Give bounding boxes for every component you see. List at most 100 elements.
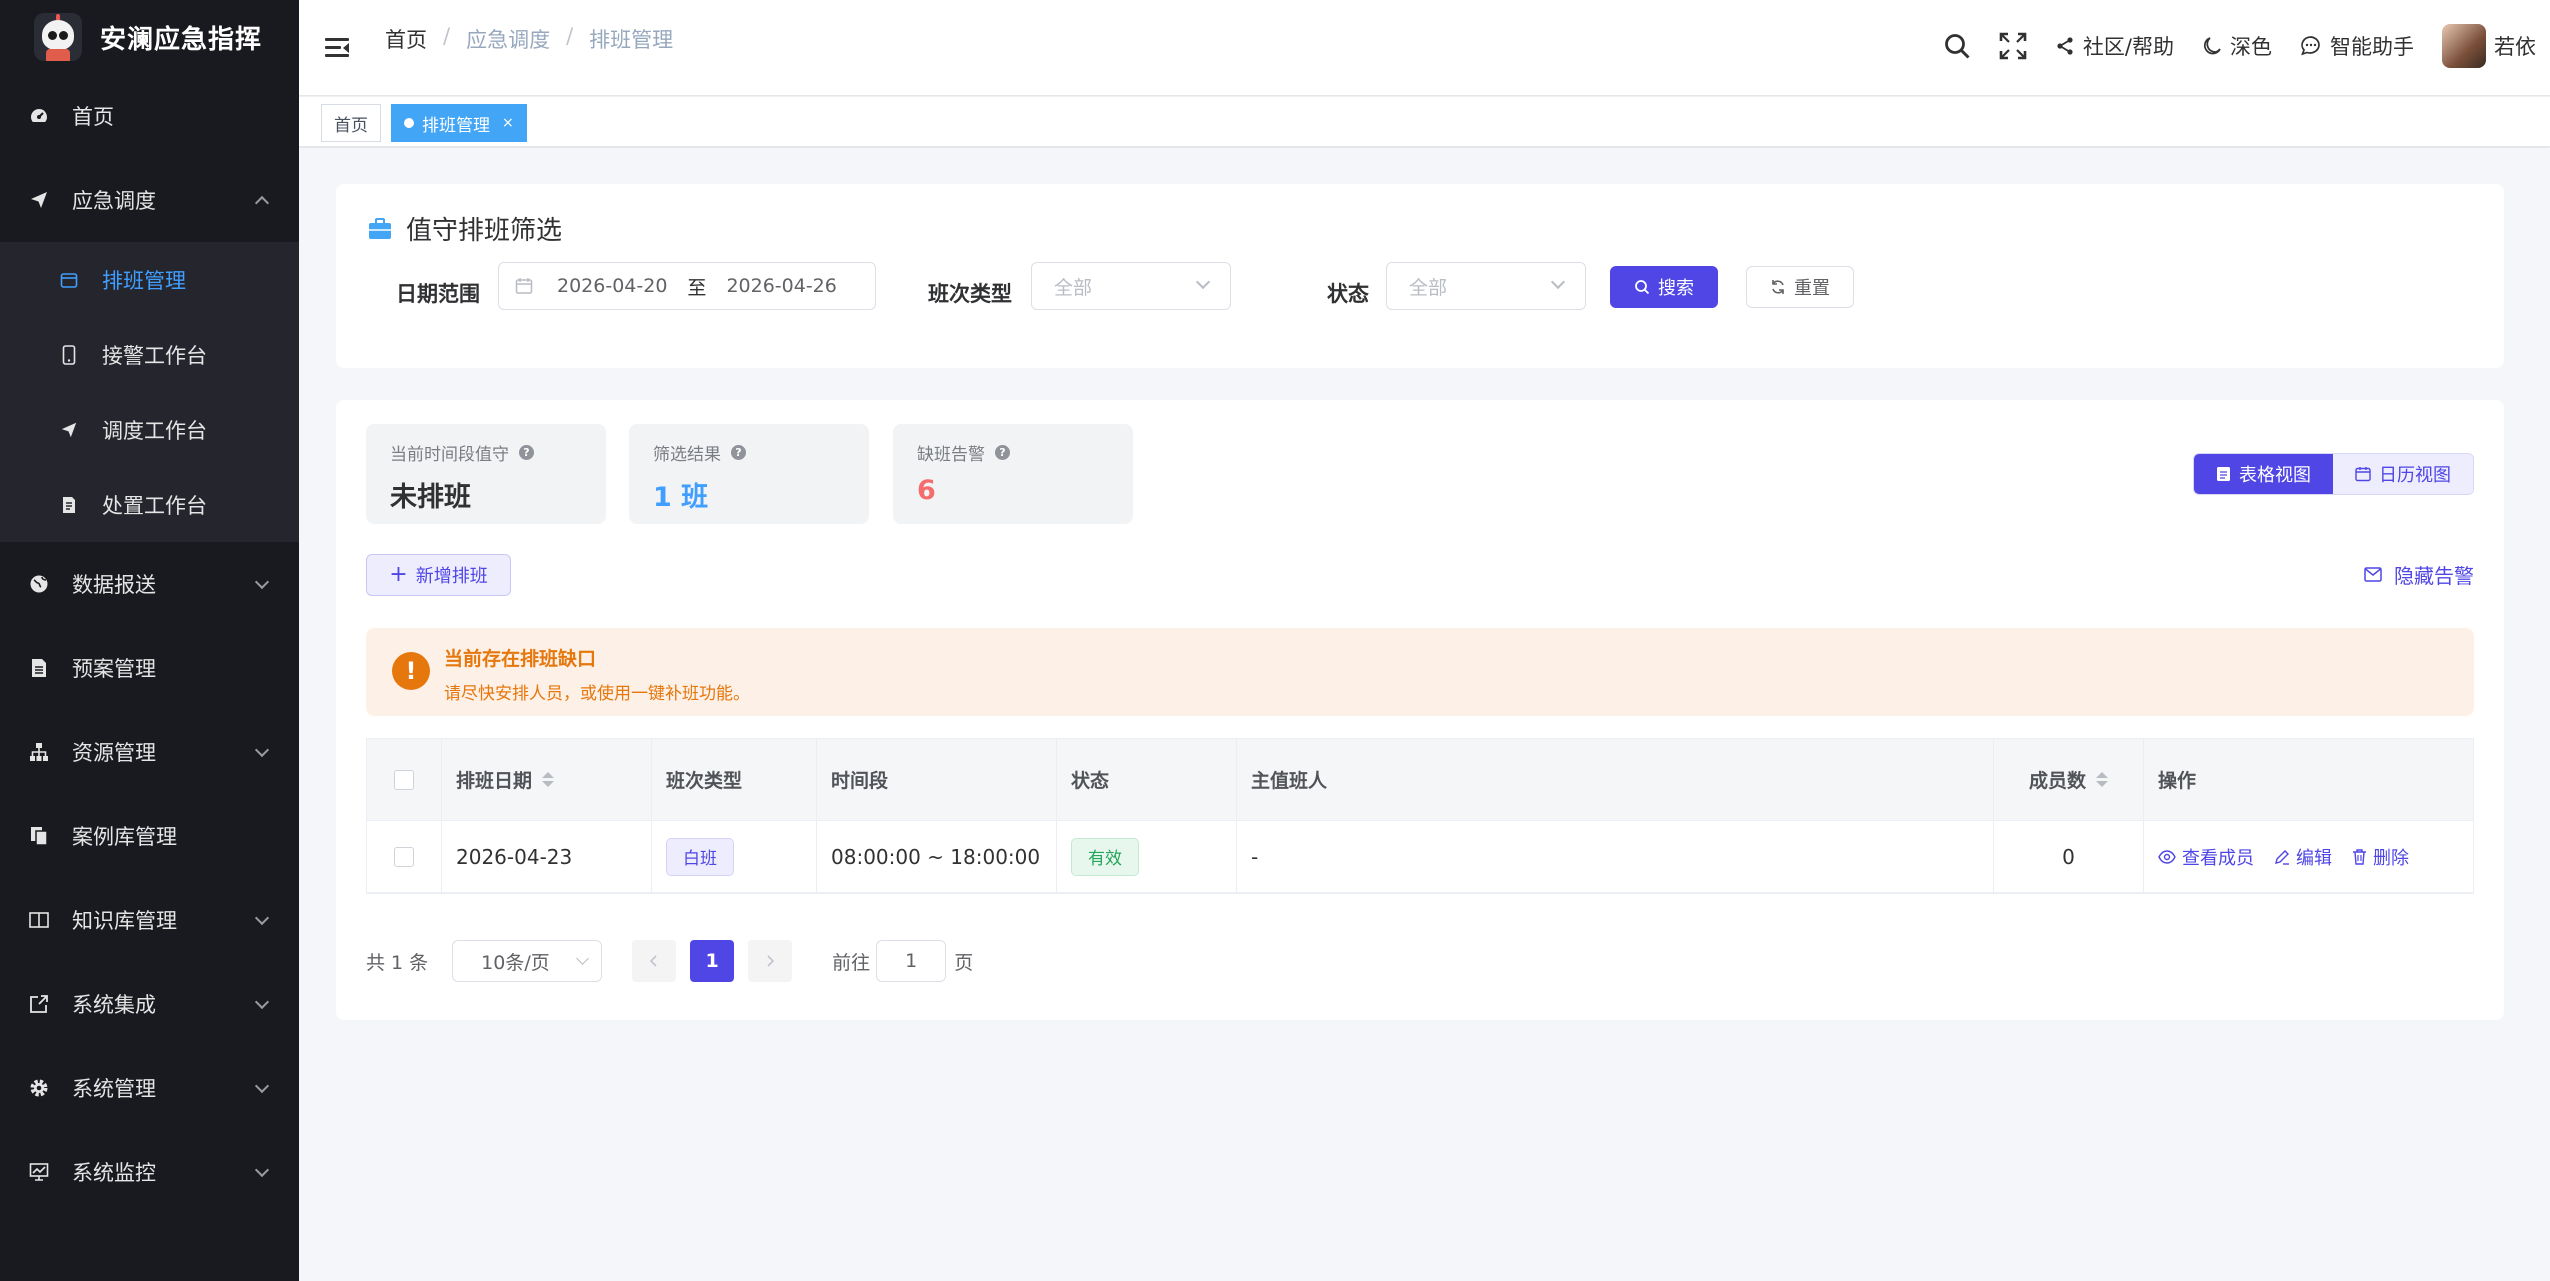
add-schedule-button[interactable]: + 新增排班	[366, 554, 511, 596]
reset-button[interactable]: 重置	[1746, 266, 1854, 308]
plus-icon: +	[389, 562, 408, 587]
search-icon[interactable]	[1943, 32, 1971, 60]
date-range-picker[interactable]: 2026-04-20 至 2026-04-26	[498, 262, 876, 310]
cell-time: 08:00:00 ~ 18:00:00	[817, 821, 1057, 892]
col-date-header[interactable]: 排班日期	[442, 739, 652, 820]
sidebar-item-home[interactable]: 首页	[0, 74, 299, 158]
hide-alert-button[interactable]: 隐藏告警	[2364, 560, 2474, 589]
sidebar-item-label: 案例库管理	[72, 825, 177, 849]
globe-icon	[28, 573, 50, 595]
theme-toggle[interactable]: 深色	[2202, 31, 2272, 61]
view-members-button[interactable]: 查看成员	[2158, 844, 2254, 870]
help-icon[interactable]: ?	[731, 445, 746, 460]
sidebar-item-alarm-desk[interactable]: 接警工作台	[0, 317, 299, 392]
status-select[interactable]: 全部	[1386, 262, 1586, 310]
tags-view: 首页 排班管理 ×	[299, 97, 2550, 147]
search-button[interactable]: 搜索	[1610, 266, 1718, 308]
filter-title: 值守排班筛选	[368, 210, 562, 247]
sidebar-item-resources[interactable]: 资源管理	[0, 710, 299, 794]
calendar-icon	[515, 278, 533, 294]
edit-button[interactable]: 编辑	[2274, 844, 2332, 870]
sidebar-item-label: 知识库管理	[72, 909, 177, 933]
goto-page-input[interactable]: 1	[876, 940, 947, 982]
app-logo	[34, 13, 82, 61]
page-number[interactable]: 1	[690, 940, 735, 982]
column-header: 时间段	[831, 770, 889, 792]
stat-value: 1 班	[653, 482, 709, 513]
shift-type-select[interactable]: 全部	[1031, 262, 1231, 310]
column-header: 操作	[2158, 770, 2197, 792]
prev-page-button[interactable]	[632, 940, 677, 982]
help-icon[interactable]: ?	[519, 445, 534, 460]
sidebar-item-label: 预案管理	[72, 657, 156, 681]
date-end[interactable]: 2026-04-26	[726, 275, 836, 297]
user-menu[interactable]: 若依	[2442, 24, 2536, 68]
tag-schedule[interactable]: 排班管理 ×	[391, 104, 527, 142]
monitor-icon	[28, 1161, 50, 1183]
sidebar-item-cases[interactable]: 案例库管理	[0, 794, 299, 878]
sidebar-item-knowledge[interactable]: 知识库管理	[0, 878, 299, 962]
goto-page-value: 1	[905, 950, 918, 972]
sidebar-item-schedule[interactable]: 排班管理	[0, 242, 299, 317]
sidebar-item-dispatch[interactable]: 应急调度	[0, 158, 299, 242]
sidebar-item-integration[interactable]: 系统集成	[0, 962, 299, 1046]
tag-label: 排班管理	[422, 115, 490, 136]
chevron-down-icon	[254, 1162, 270, 1178]
col-ops-header: 操作	[2144, 739, 2473, 820]
main-content: 值守排班筛选 日期范围 2026-04-20 至 2026-04-26 班次类型…	[299, 148, 2550, 1281]
col-members-header[interactable]: 成员数	[1994, 739, 2144, 820]
sort-icon[interactable]	[542, 772, 555, 787]
tag-home[interactable]: 首页	[321, 104, 381, 142]
stat-filter-result: 筛选结果? 1 班	[629, 424, 869, 524]
reset-button-label: 重置	[1794, 278, 1830, 299]
eye-icon	[2158, 849, 2176, 864]
sidebar-item-monitor[interactable]: 系统监控	[0, 1130, 299, 1214]
sidebar-item-disposal-desk[interactable]: 处置工作台	[0, 467, 299, 542]
shift-type-label: 班次类型	[928, 282, 1012, 306]
date-start[interactable]: 2026-04-20	[557, 275, 667, 297]
add-schedule-label: 新增排班	[415, 566, 488, 587]
community-label: 社区/帮助	[2082, 35, 2174, 59]
table-row: 2026-04-23 白班 08:00:00 ~ 18:00:00 有效 - 0…	[367, 821, 2473, 893]
filter-title-text: 值守排班筛选	[406, 216, 563, 246]
pagination: 共 1 条 10条/页 1 前往 1 页	[366, 940, 973, 982]
fullscreen-icon[interactable]	[1999, 32, 2027, 60]
stat-label: 当前时间段值守	[390, 445, 509, 465]
dashboard-icon	[28, 105, 50, 127]
sidebar-item-label: 接警工作台	[102, 343, 207, 368]
sidebar-item-plans[interactable]: 预案管理	[0, 626, 299, 710]
breadcrumb: 首页 / 应急调度 / 排班管理	[385, 24, 673, 54]
page-size-select[interactable]: 10条/页	[452, 940, 603, 982]
sidebar-item-label: 系统管理	[72, 1077, 156, 1101]
username: 若依	[2494, 35, 2536, 59]
delete-button[interactable]: 删除	[2352, 844, 2409, 870]
hamburger-icon[interactable]	[325, 38, 349, 58]
chevron-right-icon	[767, 955, 775, 967]
send-icon	[58, 419, 80, 441]
sort-icon[interactable]	[2096, 772, 2108, 787]
briefcase-icon	[369, 217, 391, 239]
close-icon[interactable]: ×	[502, 115, 514, 131]
sidebar-item-system[interactable]: 系统管理	[0, 1046, 299, 1130]
sidebar-item-dispatch-desk[interactable]: 调度工作台	[0, 392, 299, 467]
col-status-header: 状态	[1057, 739, 1237, 820]
alert-title: 当前存在排班缺口	[444, 648, 597, 670]
trash-icon	[2353, 848, 2366, 865]
help-icon[interactable]: ?	[995, 445, 1010, 460]
community-help-link[interactable]: 社区/帮助	[2055, 31, 2174, 61]
next-page-button[interactable]	[748, 940, 793, 982]
send-icon	[28, 189, 50, 211]
table-view-button[interactable]: 表格视图	[2194, 454, 2333, 494]
sidebar-item-data-report[interactable]: 数据报送	[0, 542, 299, 626]
row-checkbox[interactable]	[394, 846, 414, 867]
moon-icon	[2204, 37, 2221, 55]
calendar-view-button[interactable]: 日历视图	[2333, 454, 2473, 494]
stat-shortage-alert: 缺班告警? 6	[893, 424, 1133, 524]
breadcrumb-item[interactable]: 首页	[385, 24, 427, 54]
select-all-checkbox[interactable]	[394, 769, 414, 790]
col-leader-header: 主值班人	[1237, 739, 1994, 820]
brand[interactable]: 安澜应急指挥	[0, 0, 299, 74]
calendar-icon	[58, 269, 80, 291]
assistant-button[interactable]: 智能助手	[2300, 31, 2414, 61]
assistant-label: 智能助手	[2330, 35, 2414, 59]
